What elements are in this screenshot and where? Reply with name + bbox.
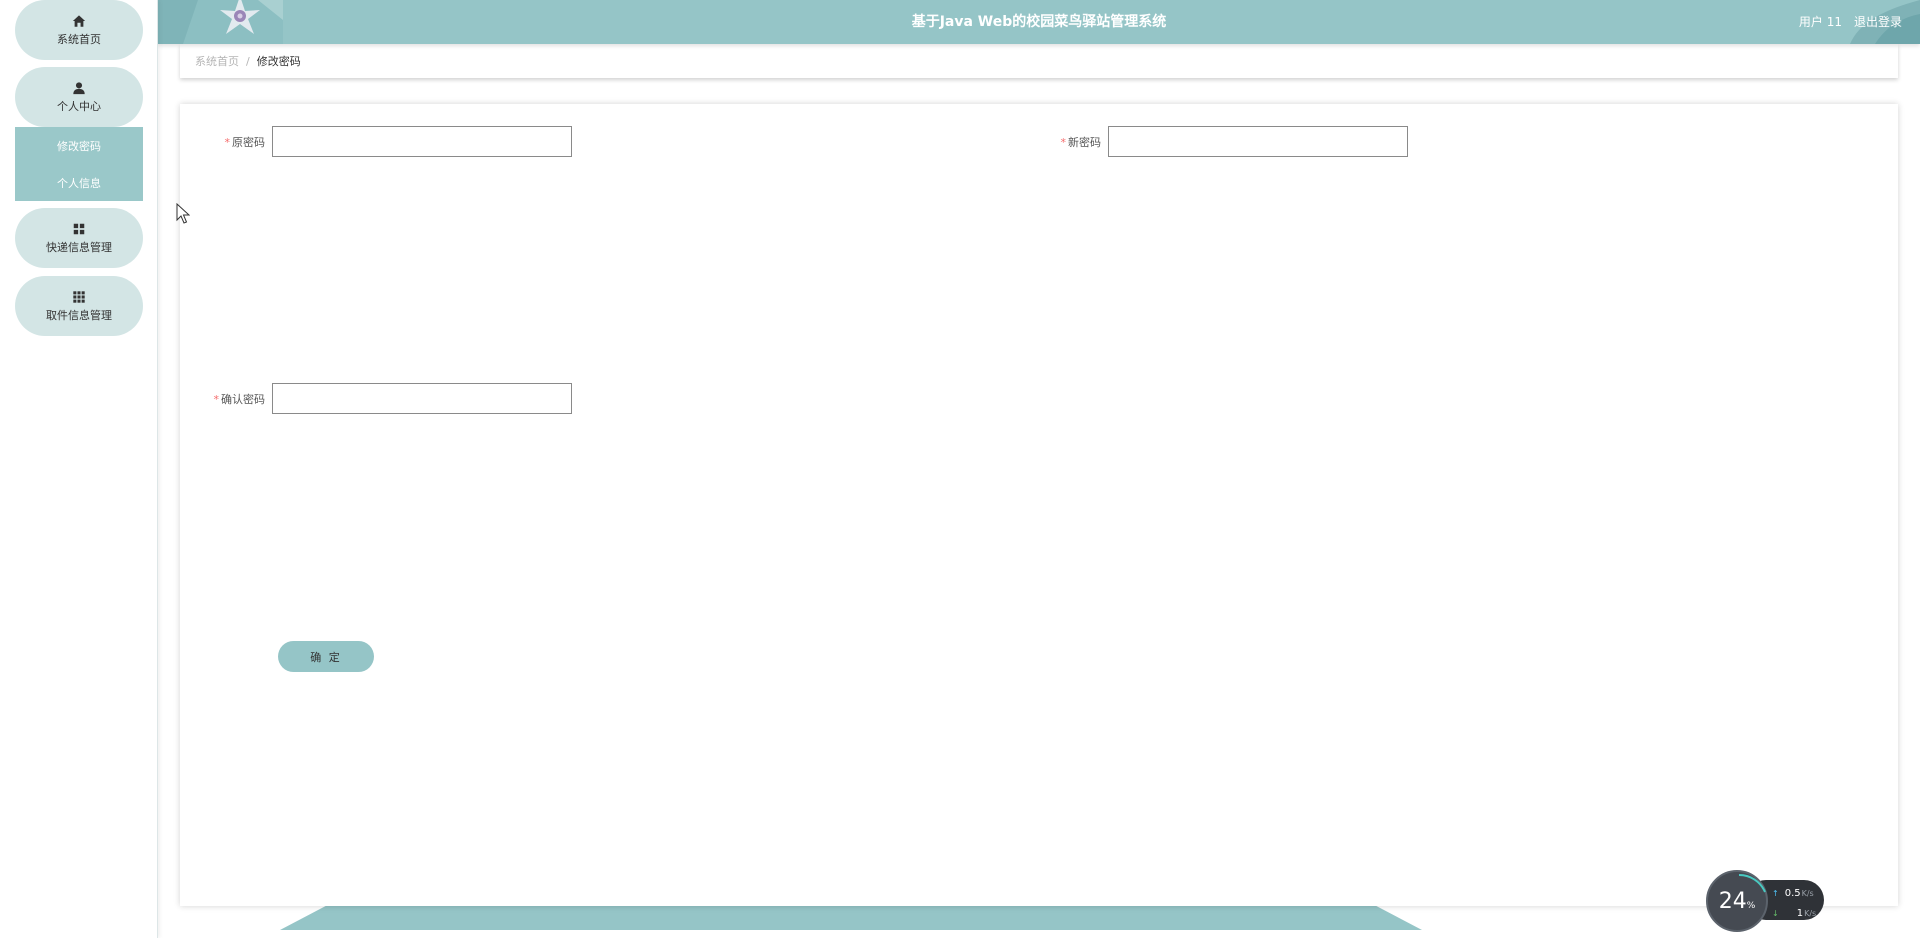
breadcrumb-separator: / [246,54,250,68]
change-password-panel: * 原密码 * 新密码 * 确认密码 确 定 [180,104,1898,906]
new-password-label-text: 新密码 [1068,135,1101,149]
submenu-item-personal-info[interactable]: 个人信息 [15,164,143,201]
download-speed-row: ↓ 1 K/s [1772,906,1816,920]
page-title: 基于Java Web的校园菜鸟驿站管理系统 [911,14,1167,30]
required-mark: * [1060,135,1067,149]
home-icon [72,15,86,27]
top-header: 基于Java Web的校园菜鸟驿站管理系统 用户 11 退出登录 [158,0,1920,44]
old-password-label-text: 原密码 [232,135,265,149]
old-password-row: * 原密码 [180,126,572,157]
download-arrow-icon: ↓ [1772,908,1779,918]
old-password-label: * 原密码 [180,134,272,150]
mouse-cursor-icon [176,203,190,224]
confirm-password-label-text: 确认密码 [221,392,265,406]
nav-item-express-management-label: 快递信息管理 [46,241,112,254]
download-speed-unit: K/s [1804,908,1817,918]
nav-item-express-management[interactable]: 快递信息管理 [15,208,143,268]
nav-item-pickup-management[interactable]: 取件信息管理 [15,276,143,336]
new-password-row: * 新密码 [1016,126,1408,157]
nav-item-pickup-management-label: 取件信息管理 [46,309,112,322]
user-name: 用户 11 [1798,15,1842,29]
required-mark: * [213,392,220,406]
nav-item-personal-center[interactable]: 个人中心 [15,67,143,127]
cpu-usage-percent-sign: % [1746,901,1756,911]
apps-icon [73,291,85,303]
bottom-decoration [280,906,1422,930]
upload-speed-unit: K/s [1801,888,1814,898]
confirm-password-input[interactable] [272,383,572,414]
grid-icon [73,223,85,235]
confirm-password-label: * 确认密码 [180,391,272,407]
user-icon [73,82,85,95]
new-password-input[interactable] [1108,126,1408,157]
confirm-password-row: * 确认密码 [180,383,572,414]
confirm-button[interactable]: 确 定 [278,641,374,672]
submenu-item-change-password[interactable]: 修改密码 [15,127,143,164]
breadcrumb-home-link[interactable]: 系统首页 [195,53,239,69]
upload-speed-row: ↑ 0.5 K/s [1772,886,1814,900]
download-speed-value: 1 [1796,907,1804,919]
old-password-input[interactable] [272,126,572,157]
cpu-usage-value: 24 [1718,888,1747,914]
sidebar: 系统首页 个人中心 修改密码 个人信息 快递信息管理 取件信息管理 [0,0,158,938]
new-password-label: * 新密码 [1016,134,1108,150]
upload-speed-value: 0.5 [1784,887,1801,899]
nav-item-home-label: 系统首页 [57,33,101,46]
network-monitor-widget[interactable]: ↑ 0.5 K/s ↓ 1 K/s 24% [1706,870,1824,932]
logout-link[interactable]: 退出登录 [1854,0,1902,44]
cpu-usage-dial: 24% [1706,870,1768,932]
upload-arrow-icon: ↑ [1772,888,1779,898]
personal-center-submenu: 修改密码 个人信息 [15,127,143,201]
breadcrumb-current: 修改密码 [256,55,301,68]
nav-item-home[interactable]: 系统首页 [15,0,143,60]
nav-item-personal-center-label: 个人中心 [57,100,101,113]
required-mark: * [224,135,231,149]
breadcrumb: 系统首页 / 修改密码 [180,44,1898,78]
